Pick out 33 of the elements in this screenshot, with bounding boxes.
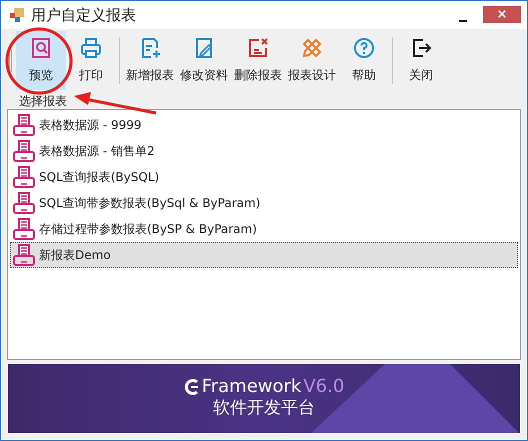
logo-icon	[184, 379, 200, 396]
report-icon	[13, 166, 35, 188]
help-icon	[352, 36, 376, 60]
toolbar-button[interactable]: 关闭	[396, 30, 446, 90]
annotation-circle	[6, 28, 72, 94]
product-name: Framework	[202, 377, 302, 398]
toolbar-button[interactable]: 修改资料	[177, 30, 231, 90]
report-icon	[13, 140, 35, 162]
report-list-item[interactable]: 表格数据源 - 销售单2	[10, 138, 518, 164]
group-title: 选择报表	[19, 94, 67, 108]
report-icon	[13, 244, 35, 266]
banner-tagline: 软件开发平台	[213, 397, 315, 420]
toolbar-button[interactable]: 预览	[16, 30, 66, 90]
report-icon	[13, 192, 35, 214]
pencil-ruler-icon	[300, 36, 324, 60]
toolbar-button[interactable]: 删除报表	[231, 30, 285, 90]
report-list-item[interactable]: SQL查询带参数报表(BySql & ByParam)	[10, 190, 518, 216]
report-icon	[13, 218, 35, 240]
toolbar-button[interactable]: 打印	[66, 30, 116, 90]
close-button[interactable]: ×	[483, 6, 521, 24]
toolbar-button[interactable]: 报表设计	[285, 30, 339, 90]
toolbar-button[interactable]: 帮助	[339, 30, 389, 90]
printer-icon	[79, 36, 103, 60]
report-list-item[interactable]: 存储过程带参数报表(BySP & ByParam)	[10, 216, 518, 242]
report-list-item[interactable]: SQL查询报表(BySQL)	[10, 164, 518, 190]
window-title: 用户自定义报表	[31, 4, 136, 26]
version-label: V6.0	[303, 377, 344, 398]
report-list-item[interactable]: 表格数据源 - 9999	[10, 112, 518, 138]
magnifier-icon	[29, 36, 53, 60]
report-icon	[13, 114, 35, 136]
app-logo-icon	[9, 6, 25, 23]
report-list-item[interactable]: 新报表Demo	[10, 242, 518, 268]
toolbar-button[interactable]: 新增报表	[123, 30, 177, 90]
